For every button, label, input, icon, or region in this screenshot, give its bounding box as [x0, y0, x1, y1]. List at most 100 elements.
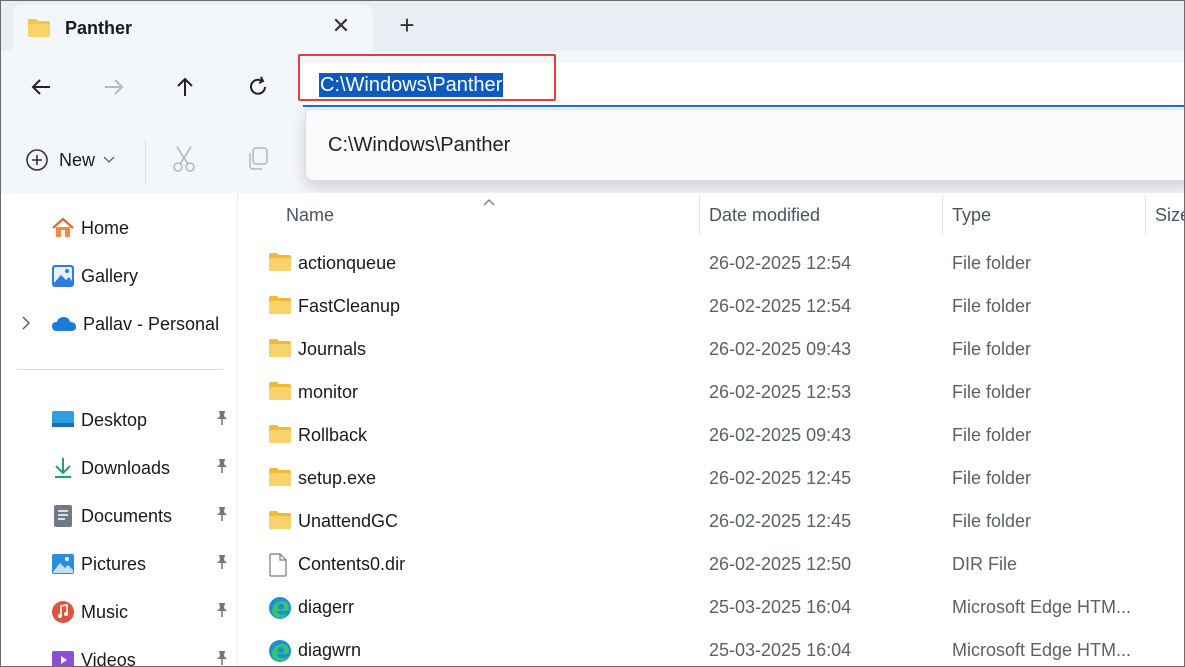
- file-name: UnattendGC: [298, 511, 399, 531]
- file-type: File folder: [952, 339, 1032, 359]
- address-highlight-box: [298, 54, 556, 101]
- folder-icon: [268, 381, 292, 406]
- navigation-pane: Home Gallery Pallav - Personal Desktop D…: [1, 193, 238, 667]
- videos-icon: [52, 651, 74, 666]
- sidebar-item-label: Documents: [81, 505, 173, 526]
- sidebar-item-documents[interactable]: Documents: [51, 501, 235, 531]
- plus-icon[interactable]: +: [393, 11, 421, 39]
- file-name: actionqueue: [298, 253, 397, 273]
- folder-icon: [268, 252, 292, 277]
- file-date-modified: 25-03-2025 16:04: [709, 597, 852, 617]
- pin-icon[interactable]: [215, 602, 229, 623]
- file-date-modified: 26-02-2025 09:43: [709, 425, 852, 445]
- pin-icon[interactable]: [215, 458, 229, 479]
- chevron-down-icon: [103, 156, 115, 163]
- close-icon[interactable]: ✕: [328, 13, 354, 39]
- file-row[interactable]: actionqueue 26-02-2025 12:54 File folder: [238, 244, 1184, 284]
- home-icon: [52, 217, 74, 237]
- suggestion-item[interactable]: C:\Windows\Panther: [328, 134, 510, 157]
- file-row[interactable]: FastCleanup 26-02-2025 12:54 File folder: [238, 287, 1184, 327]
- column-header-type[interactable]: Type: [952, 205, 991, 226]
- column-header-name[interactable]: Name: [286, 205, 334, 226]
- folder-icon: [268, 338, 292, 363]
- file-name: diagerr: [298, 597, 355, 617]
- file-name: Journals: [298, 339, 367, 359]
- cut-icon[interactable]: [171, 145, 197, 178]
- pin-icon[interactable]: [215, 554, 229, 575]
- file-row[interactable]: diagerr 25-03-2025 16:04 Microsoft Edge HT…: [238, 588, 1184, 628]
- pin-icon[interactable]: [215, 506, 229, 527]
- folder-icon: [268, 424, 292, 449]
- file-name: FastCleanup: [298, 296, 401, 316]
- sidebar-item-downloads[interactable]: Downloads: [51, 453, 235, 483]
- download-icon: [55, 458, 71, 478]
- sidebar-item-home[interactable]: Home: [51, 213, 129, 243]
- column-header-date[interactable]: Date modified: [709, 205, 820, 226]
- file-name: Contents0.dir: [298, 554, 406, 574]
- file-name: setup.exe: [298, 468, 377, 488]
- column-header-size[interactable]: Size: [1155, 205, 1184, 226]
- sidebar-item-label: Gallery: [81, 265, 139, 286]
- arrow-right-icon: [105, 79, 124, 95]
- file-type: File folder: [952, 468, 1032, 488]
- folder-icon: [268, 295, 292, 320]
- file-date-modified: 26-02-2025 12:54: [709, 296, 852, 316]
- column-separator[interactable]: [699, 195, 700, 235]
- tab-panther[interactable]: Panther ✕: [13, 5, 373, 51]
- file-row[interactable]: diagwrn 25-03-2025 16:04 Microsoft Edge HT…: [238, 631, 1184, 666]
- refresh-button[interactable]: [240, 69, 276, 105]
- up-button[interactable]: [167, 69, 203, 105]
- sidebar-item-onedrive[interactable]: Pallav - Personal: [51, 309, 219, 339]
- arrow-up-icon: [177, 77, 193, 96]
- file-type: DIR File: [952, 554, 1018, 574]
- sidebar-item-pictures[interactable]: Pictures: [51, 549, 235, 579]
- arrow-left-icon: [31, 79, 50, 95]
- sidebar-item-gallery[interactable]: Gallery: [51, 261, 138, 291]
- column-separator[interactable]: [942, 195, 943, 235]
- gallery-icon: [52, 265, 74, 287]
- tab-strip: Panther ✕ +: [1, 1, 1184, 51]
- chevron-right-icon[interactable]: [21, 316, 31, 335]
- file-type: File folder: [952, 511, 1032, 531]
- sidebar-item-label: Desktop: [81, 409, 148, 430]
- edge-icon: [268, 596, 292, 625]
- file-date-modified: 26-02-2025 12:45: [709, 468, 852, 488]
- file-type: File folder: [952, 253, 1032, 273]
- folder-icon: [268, 510, 292, 535]
- file-list: Name Date modified Type Size actionqueue…: [238, 193, 1184, 666]
- file-date-modified: 26-02-2025 09:43: [709, 339, 852, 359]
- file-date-modified: 25-03-2025 16:04: [709, 640, 852, 660]
- pin-icon[interactable]: [215, 410, 229, 431]
- file-row[interactable]: Contents0.dir 26-02-2025 12:50 DIR File: [238, 545, 1184, 585]
- file-type: Microsoft Edge HTM...: [952, 640, 1132, 660]
- file-row[interactable]: UnattendGC 26-02-2025 12:45 File folder: [238, 502, 1184, 542]
- sidebar-item-music[interactable]: Music: [51, 597, 235, 627]
- onedrive-cloud-icon: [52, 317, 76, 331]
- file-row[interactable]: setup.exe 26-02-2025 12:45 File folder: [238, 459, 1184, 499]
- new-button[interactable]: New: [25, 147, 115, 173]
- file-name: Rollback: [298, 425, 368, 445]
- sidebar-item-desktop[interactable]: Desktop: [51, 405, 235, 435]
- refresh-icon: [250, 76, 266, 95]
- music-icon: [52, 601, 74, 623]
- pin-icon[interactable]: [215, 650, 229, 666]
- sidebar-item-label: Videos: [81, 649, 136, 667]
- file-icon: [268, 553, 288, 582]
- forward-button[interactable]: [96, 69, 132, 105]
- file-row[interactable]: Journals 26-02-2025 09:43 File folder: [238, 330, 1184, 370]
- copy-icon[interactable]: [245, 145, 271, 178]
- sidebar-item-label: Pallav - Personal: [83, 313, 220, 334]
- file-date-modified: 26-02-2025 12:45: [709, 511, 852, 531]
- file-type: Microsoft Edge HTM...: [952, 597, 1132, 617]
- column-separator[interactable]: [1145, 195, 1146, 235]
- file-explorer-window: Panther ✕ + C:\Windows\Panther New C:\Wi…: [0, 0, 1185, 667]
- back-button[interactable]: [23, 69, 59, 105]
- file-date-modified: 26-02-2025 12:53: [709, 382, 852, 402]
- document-icon: [54, 505, 72, 527]
- file-row[interactable]: monitor 26-02-2025 12:53 File folder: [238, 373, 1184, 413]
- sidebar-item-videos[interactable]: Videos: [51, 645, 235, 667]
- desktop-icon: [52, 411, 74, 427]
- file-row[interactable]: Rollback 26-02-2025 09:43 File folder: [238, 416, 1184, 456]
- file-date-modified: 26-02-2025 12:50: [709, 554, 852, 574]
- address-suggestion-dropdown: C:\Windows\Panther: [305, 109, 1184, 181]
